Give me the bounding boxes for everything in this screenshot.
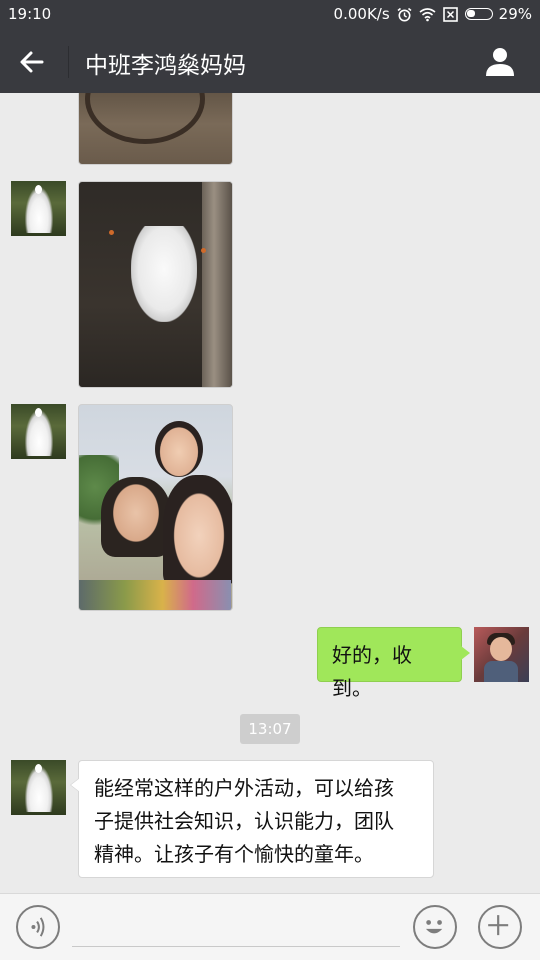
battery-percent: 29% xyxy=(498,5,532,23)
message-line: 精神。让孩子有个愉快的童年。 xyxy=(94,842,374,866)
message-text: 好的，收到。 xyxy=(332,643,412,700)
photo-message[interactable] xyxy=(78,93,233,165)
photo-content xyxy=(131,226,197,322)
my-avatar[interactable] xyxy=(474,627,529,682)
emoji-icon[interactable] xyxy=(413,905,457,949)
status-right: 0.00K/s 29% xyxy=(334,5,532,23)
header-divider xyxy=(68,46,69,78)
chat-area[interactable]: 好的，收到。 13:07 能经常这样的户外活动，可以给孩 子提供社会知识，认识能… xyxy=(0,93,540,893)
avatar[interactable] xyxy=(11,181,66,236)
sent-message[interactable]: 好的，收到。 xyxy=(317,627,470,700)
received-message[interactable]: 能经常这样的户外活动，可以给孩 子提供社会知识，认识能力，团队 精神。让孩子有个… xyxy=(70,760,434,878)
person-icon[interactable] xyxy=(482,44,518,80)
arrow-left-icon[interactable] xyxy=(14,44,50,80)
photo-content xyxy=(85,93,205,144)
photo-content xyxy=(101,477,171,557)
status-time: 19:10 xyxy=(8,5,52,23)
message-line: 子提供社会知识，认识能力，团队 xyxy=(94,809,394,833)
chat-header: 中班李鸿燊妈妈 xyxy=(0,30,540,93)
network-speed: 0.00K/s xyxy=(333,5,390,23)
alarm-icon xyxy=(397,7,412,21)
sim-icon xyxy=(442,6,458,22)
voice-icon[interactable] xyxy=(16,905,60,949)
message-line: 能经常这样的户外活动，可以给孩 xyxy=(94,776,394,800)
avatar[interactable] xyxy=(11,760,66,815)
avatar[interactable] xyxy=(11,404,66,459)
photo-message[interactable] xyxy=(78,181,233,388)
photo-message[interactable] xyxy=(78,404,233,611)
timestamp: 13:07 xyxy=(240,714,300,744)
status-bar: 19:10 0.00K/s 29% xyxy=(0,0,540,30)
plus-icon[interactable] xyxy=(478,905,522,949)
battery-icon xyxy=(464,8,493,20)
wifi-icon xyxy=(419,7,436,21)
input-bar xyxy=(0,893,540,960)
chat-title: 中班李鸿燊妈妈 xyxy=(85,53,246,79)
message-input[interactable] xyxy=(72,946,400,947)
